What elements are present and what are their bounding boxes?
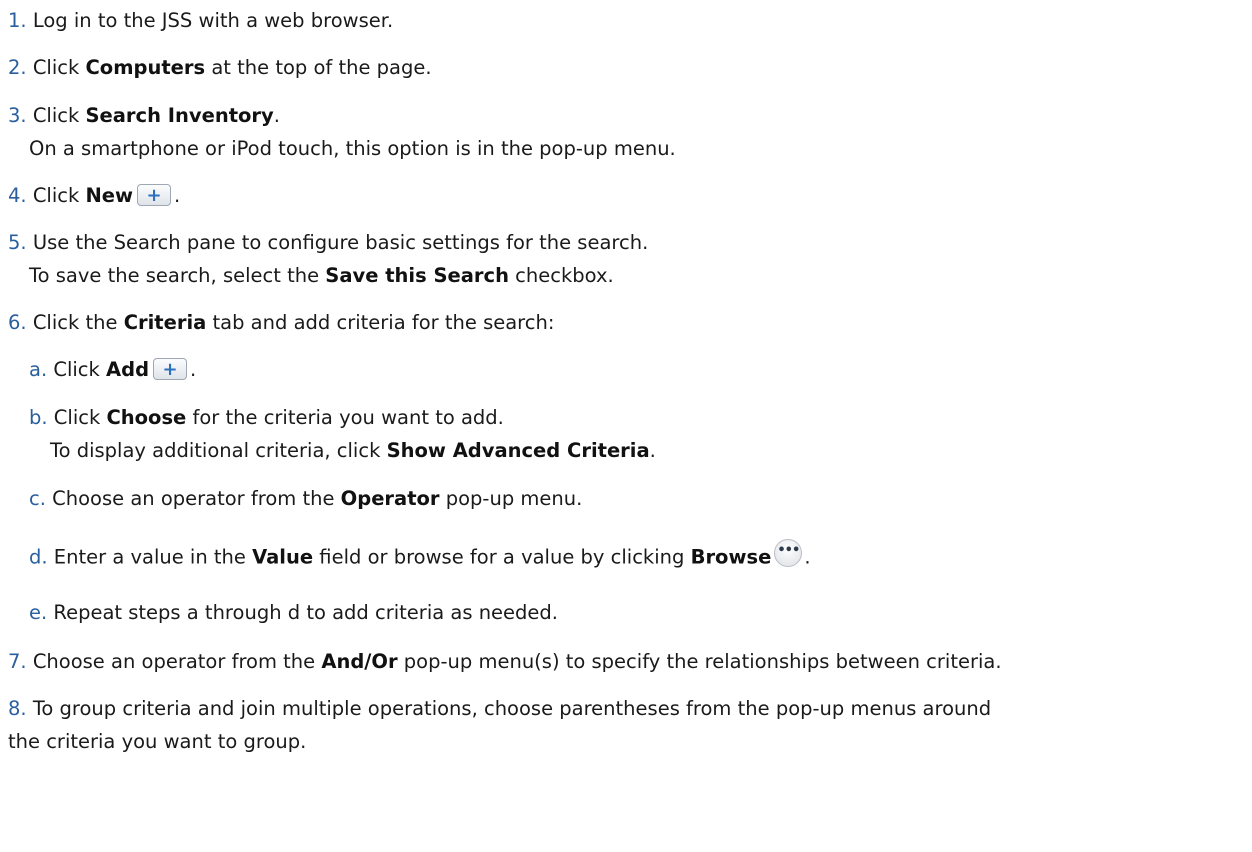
step-number: 4. xyxy=(8,184,27,207)
step-text: Click xyxy=(32,56,86,79)
search-inventory-label: Search Inventory xyxy=(85,104,274,127)
step-1: 1. Log in to the JSS with a web browser. xyxy=(8,4,1248,37)
step-number: 1. xyxy=(8,9,27,32)
step-text: . xyxy=(804,545,811,569)
step-7: 7. Choose an operator from the And/Or po… xyxy=(8,645,1248,678)
step-text: Click xyxy=(53,406,107,429)
step-6: 6. Click the Criteria tab and add criter… xyxy=(8,306,1248,339)
step-number: 2. xyxy=(8,56,27,79)
new-label: New xyxy=(85,184,134,207)
step-text: Repeat steps a through d to add criteria… xyxy=(53,601,558,624)
substep-d: d. Enter a value in the Value field or b… xyxy=(29,539,1252,577)
step-2: 2. Click Computers at the top of the pag… xyxy=(8,51,1248,84)
substep-c: c. Choose an operator from the Operator … xyxy=(29,482,1252,515)
step-number: 6. xyxy=(8,311,27,334)
show-advanced-criteria-label: Show Advanced Criteria xyxy=(386,439,650,462)
substep-letter: b. xyxy=(29,406,48,429)
substep-letter: c. xyxy=(29,487,46,510)
operator-label: Operator xyxy=(340,487,440,510)
step-text: Click xyxy=(32,104,86,127)
substep-b: b. Click Choose for the criteria you wan… xyxy=(29,401,1252,467)
step-note: To display additional criteria, click Sh… xyxy=(29,434,1252,467)
substep-e: e. Repeat steps a through d to add crite… xyxy=(29,596,1252,629)
step-number: 3. xyxy=(8,104,27,127)
save-this-search-label: Save this Search xyxy=(325,264,509,287)
substep-letter: a. xyxy=(29,358,48,381)
step-3: 3. Click Search Inventory. On a smartpho… xyxy=(8,99,1248,165)
step-number: 8. xyxy=(8,697,27,720)
step-text: Click xyxy=(53,358,107,381)
step-text: Click the xyxy=(32,311,124,334)
step-note: the criteria you want to group. xyxy=(8,730,307,753)
step-text: at the top of the page. xyxy=(205,56,432,79)
criteria-label: Criteria xyxy=(123,311,207,334)
step-text: Enter a value in the xyxy=(53,545,253,569)
step-5: 5. Use the Search pane to configure basi… xyxy=(8,226,1248,292)
note-text: . xyxy=(649,439,656,462)
step-text: To group criteria and join multiple oper… xyxy=(32,697,992,720)
substep-a: a. Click Add +. xyxy=(29,353,1252,386)
substep-letter: d. xyxy=(29,545,48,569)
plus-icon: + xyxy=(137,183,172,206)
step-8: 8. To group criteria and join multiple o… xyxy=(8,692,1248,758)
step-text: Click xyxy=(32,184,86,207)
step-text: pop-up menu(s) to specify the relationsh… xyxy=(397,650,1002,673)
step-text: . xyxy=(190,358,197,381)
choose-label: Choose xyxy=(106,406,187,429)
substep-letter: e. xyxy=(29,601,48,624)
value-label: Value xyxy=(252,545,314,569)
ellipsis-icon: ••• xyxy=(774,539,803,567)
note-text: checkbox. xyxy=(508,264,614,287)
step-number: 5. xyxy=(8,231,27,254)
plus-icon: + xyxy=(153,357,188,380)
step-note: On a smartphone or iPod touch, this opti… xyxy=(29,137,676,160)
step-text: pop-up menu. xyxy=(439,487,583,510)
add-label: Add xyxy=(106,358,150,381)
note-text: To save the search, select the xyxy=(29,264,326,287)
step-text: Choose an operator from the xyxy=(32,650,322,673)
and-or-label: And/Or xyxy=(321,650,398,673)
step-4: 4. Click New +. xyxy=(8,179,1248,212)
step-text: . xyxy=(174,184,181,207)
computers-label: Computers xyxy=(85,56,206,79)
step-text: Choose an operator from the xyxy=(52,487,341,510)
step-note: To save the search, select the Save this… xyxy=(8,259,1248,292)
step-number: 7. xyxy=(8,650,27,673)
note-text: To display additional criteria, click xyxy=(50,439,387,462)
browse-label: Browse xyxy=(690,545,772,569)
step-text: . xyxy=(273,104,280,127)
step-text: Log in to the JSS with a web browser. xyxy=(32,9,394,32)
step-text: for the criteria you want to add. xyxy=(186,406,504,429)
step-text: Use the Search pane to configure basic s… xyxy=(32,231,649,254)
step-text: field or browse for a value by clicking xyxy=(313,545,691,569)
step-text: tab and add criteria for the search: xyxy=(206,311,555,334)
